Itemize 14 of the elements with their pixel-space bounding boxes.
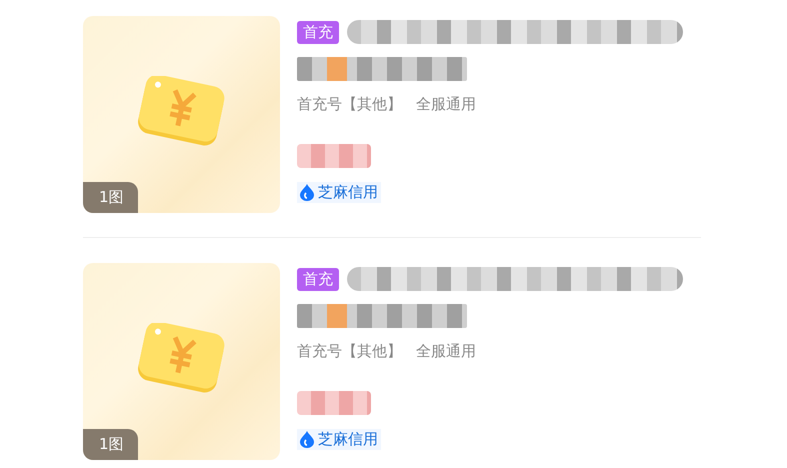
image-count-badge: 1图	[83, 182, 138, 213]
listing-card[interactable]: 1图 首充 首充号【其他】 全服通用 芝麻信用	[83, 263, 701, 460]
attribute-text: 全服通用	[416, 95, 476, 114]
credit-label: 芝麻信用	[318, 183, 378, 202]
first-charge-tag: 首充	[297, 20, 339, 44]
drop-icon	[300, 431, 314, 448]
attribute-text: 首充号【其他】	[297, 342, 402, 361]
image-count-badge: 1图	[83, 429, 138, 460]
credit-label: 芝麻信用	[318, 430, 378, 449]
listing-card[interactable]: 1图 首充 首充号【其他】 全服通用 芝麻信用	[83, 16, 701, 213]
first-charge-tag: 首充	[297, 268, 339, 290]
drop-icon	[300, 184, 314, 201]
attribute-text: 全服通用	[416, 342, 476, 361]
attribute-text: 首充号【其他】	[297, 95, 402, 114]
